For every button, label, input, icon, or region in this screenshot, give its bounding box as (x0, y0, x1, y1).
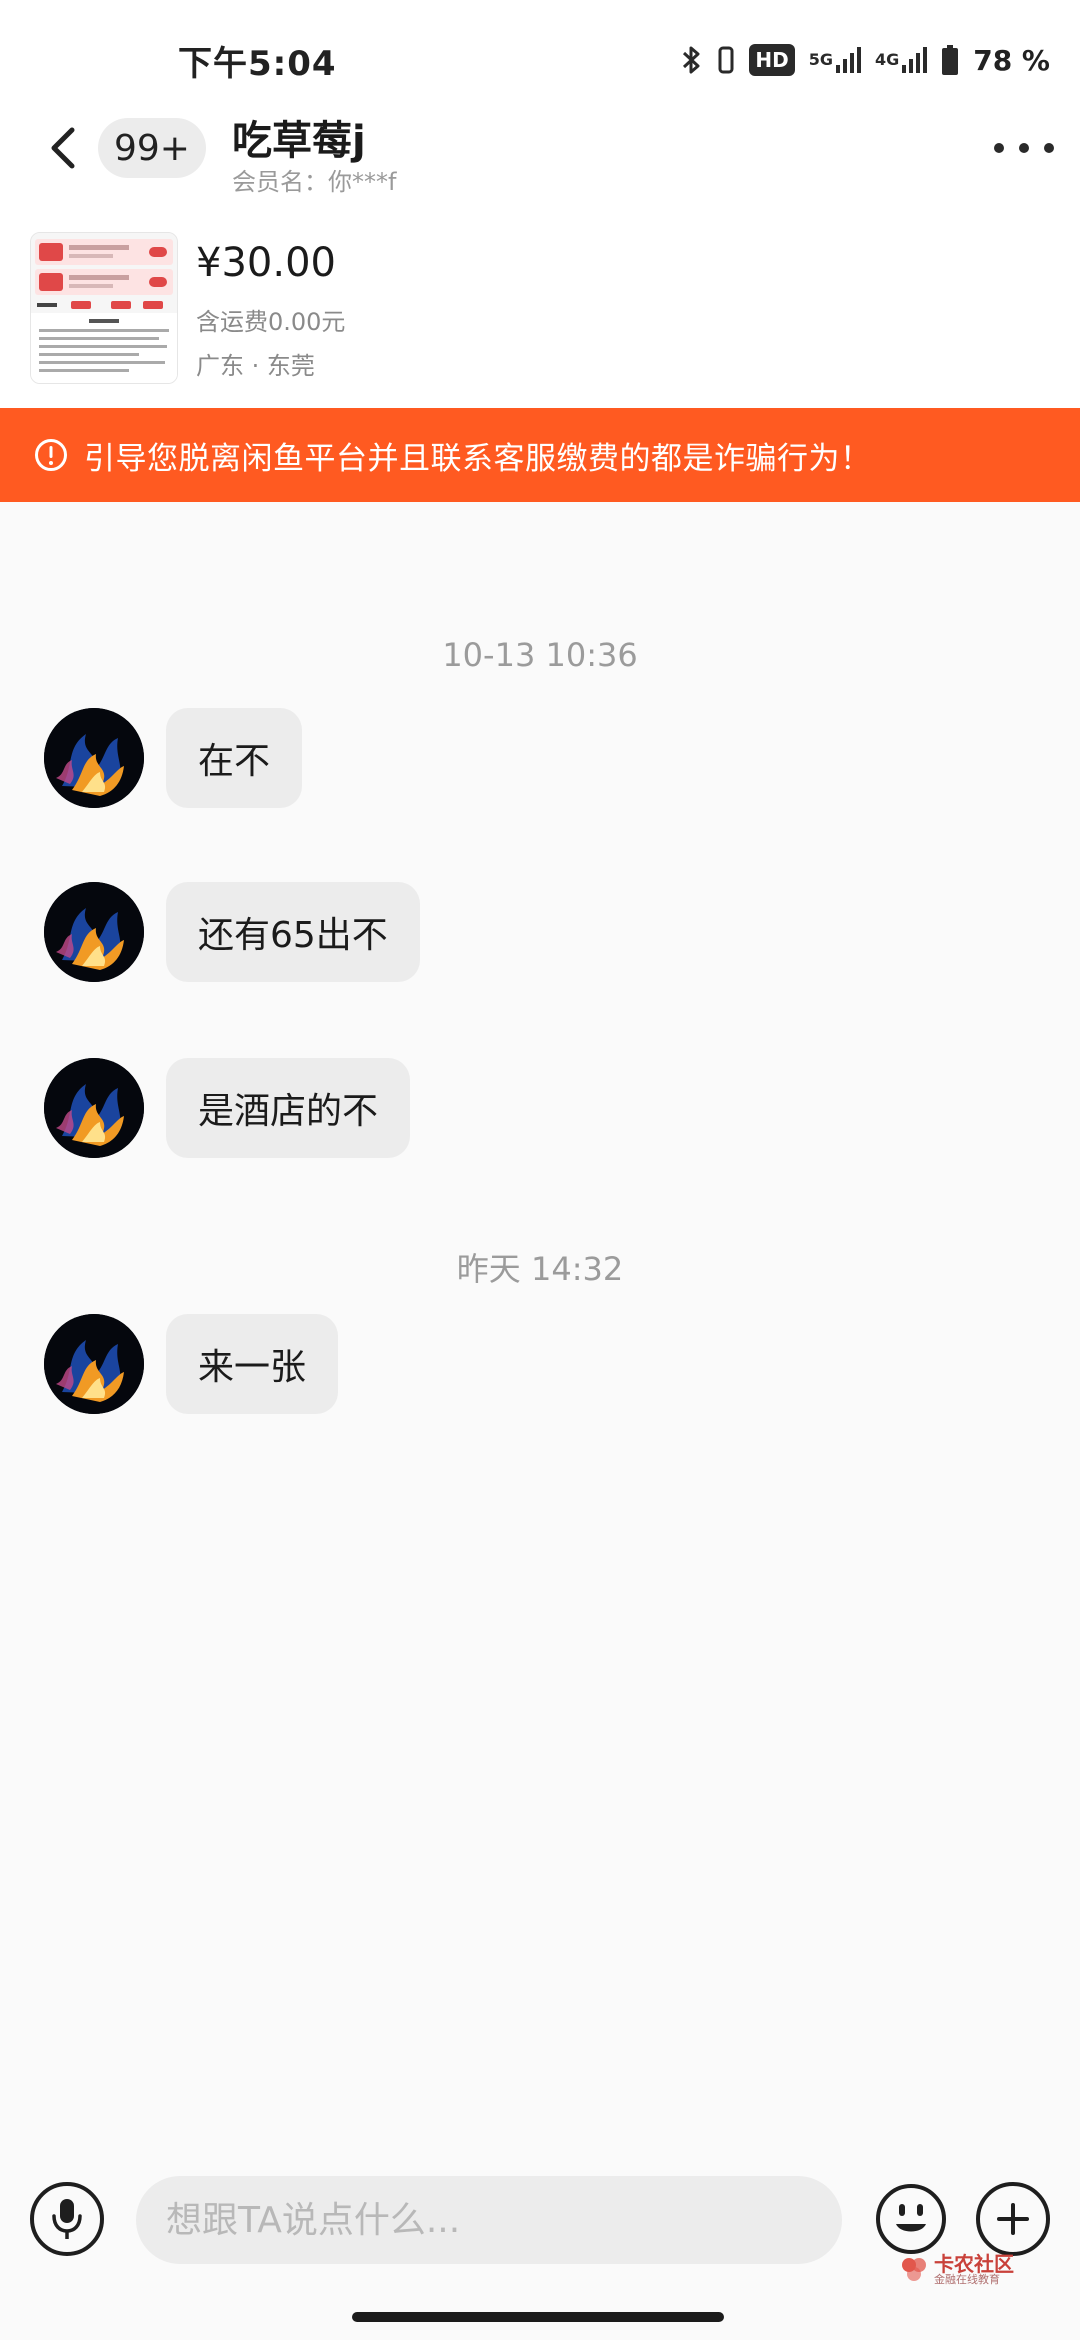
plus-icon (997, 2203, 1029, 2235)
message-timestamp: 昨天 14:32 (456, 1250, 624, 1288)
product-thumbnail[interactable] (30, 232, 178, 384)
voice-input-button[interactable] (30, 2182, 104, 2256)
unread-count-badge[interactable]: 99+ (98, 118, 206, 178)
product-shipping: 含运费0.00元 (196, 308, 346, 336)
product-location: 广东 · 东莞 (196, 352, 315, 380)
signal-4g-icon: 4G (874, 45, 928, 75)
watermark-title: 卡农社区 (934, 2252, 1014, 2276)
status-bar: 下午5:04 HD 5G 4G 78 % (0, 0, 1080, 100)
member-name: 会员名：你***f (232, 168, 397, 196)
watermark-logo-icon (902, 2258, 926, 2281)
more-dot-icon (994, 143, 1004, 153)
more-dot-icon (1019, 143, 1029, 153)
bluetooth-icon (681, 44, 703, 76)
message-timestamp: 10-13 10:36 (442, 636, 638, 674)
microphone-icon (52, 2199, 82, 2239)
avatar-image (44, 1314, 144, 1414)
avatar[interactable] (44, 1058, 144, 1158)
signal-5g-icon: 5G (809, 45, 861, 75)
more-options-button[interactable] (994, 128, 1054, 168)
product-price: ¥30.00 (196, 240, 336, 286)
network-label-5g: 5G (808, 50, 833, 69)
avatar[interactable] (44, 708, 144, 808)
message-bubble[interactable]: 来一张 (166, 1314, 339, 1414)
message-row: 在不 (44, 708, 303, 808)
avatar-image (44, 1058, 144, 1158)
message-row: 来一张 (44, 1314, 339, 1414)
battery-icon (941, 44, 959, 76)
chat-title: 吃草莓j (232, 118, 366, 164)
message-row: 是酒店的不 (44, 1058, 411, 1158)
message-row: 还有65出不 (44, 882, 420, 982)
smiley-face-icon (876, 2184, 946, 2254)
message-bubble[interactable]: 是酒店的不 (166, 1058, 411, 1158)
battery-percent: 78 % (973, 43, 1050, 77)
status-time: 下午5:04 (178, 44, 337, 84)
fraud-warning-banner: 引导您脱离闲鱼平台并且联系客服缴费的都是诈骗行为！ (0, 408, 1080, 502)
product-card[interactable]: ¥30.00 含运费0.00元 广东 · 东莞 (0, 212, 1080, 408)
message-bubble[interactable]: 还有65出不 (166, 882, 420, 982)
avatar-image (44, 882, 144, 982)
avatar[interactable] (44, 882, 144, 982)
hd-voice-icon: HD (749, 44, 795, 76)
more-dot-icon (1044, 143, 1054, 153)
chevron-left-icon (51, 127, 75, 169)
message-bubble[interactable]: 在不 (166, 708, 303, 808)
chat-header: 99+ 吃草莓j 会员名：你***f (0, 100, 1080, 210)
watermark: 卡农社区 金融在线教育 (900, 2254, 1014, 2286)
network-label-4g: 4G (874, 50, 900, 69)
home-indicator[interactable] (352, 2312, 724, 2322)
message-input[interactable] (136, 2176, 842, 2264)
more-actions-button[interactable] (976, 2182, 1050, 2256)
product-image (31, 233, 177, 383)
exclamation-circle-icon (35, 439, 67, 471)
vibrate-icon (717, 44, 735, 76)
avatar-image (44, 708, 144, 808)
message-input-bar: 卡农社区 金融在线教育 (0, 2142, 1080, 2340)
avatar[interactable] (44, 1314, 144, 1414)
chat-messages[interactable]: 10-13 10:36 在不 还有65出不 是酒店的不 昨天 14:32 来一张 (0, 502, 1080, 2142)
warning-text: 引导您脱离闲鱼平台并且联系客服缴费的都是诈骗行为！ (84, 440, 872, 477)
watermark-text-group: 卡农社区 金融在线教育 (934, 2254, 1014, 2286)
status-icons: HD 5G 4G 78 % (681, 36, 1050, 84)
back-button[interactable] (36, 118, 96, 178)
emoji-button[interactable] (874, 2182, 948, 2256)
